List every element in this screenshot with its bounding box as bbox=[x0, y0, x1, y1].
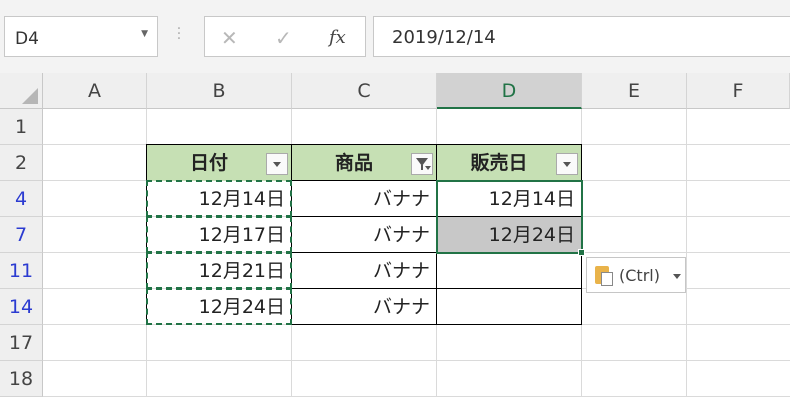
row-header-18[interactable]: 18 bbox=[0, 361, 43, 397]
name-box[interactable]: D4 ▼ bbox=[4, 16, 158, 57]
column-header-f[interactable]: F bbox=[687, 73, 790, 109]
column-header-d[interactable]: D bbox=[437, 73, 582, 109]
formula-bar-area: D4 ▼ · · · ✕ ✓ fx 2019/12/14 bbox=[0, 0, 790, 73]
chevron-down-icon bbox=[673, 274, 681, 279]
drag-handle-icon[interactable]: · · · bbox=[176, 22, 182, 46]
copy-marquee bbox=[146, 252, 292, 289]
column-header-e[interactable]: E bbox=[582, 73, 687, 109]
select-all-button[interactable] bbox=[0, 73, 43, 109]
copy-marquee bbox=[146, 288, 292, 325]
column-header-a[interactable]: A bbox=[43, 73, 147, 109]
copy-marquee bbox=[146, 180, 292, 217]
selection-range bbox=[436, 180, 583, 254]
formula-input[interactable]: 2019/12/14 bbox=[373, 16, 790, 57]
copy-marquee bbox=[146, 216, 292, 253]
clipboard-icon bbox=[595, 266, 613, 286]
fill-handle[interactable] bbox=[578, 249, 585, 256]
row-header-4[interactable]: 4 bbox=[0, 181, 43, 217]
column-header-c[interactable]: C bbox=[292, 73, 437, 109]
row-header-14[interactable]: 14 bbox=[0, 289, 43, 325]
name-box-value: D4 bbox=[15, 29, 39, 49]
paste-options-label: (Ctrl) bbox=[619, 266, 660, 285]
row-header-7[interactable]: 7 bbox=[0, 217, 43, 253]
enter-icon[interactable]: ✓ bbox=[275, 26, 292, 50]
paste-options-button[interactable]: (Ctrl) bbox=[586, 257, 686, 293]
cancel-icon[interactable]: ✕ bbox=[221, 26, 238, 50]
row-header-11[interactable]: 11 bbox=[0, 253, 43, 289]
insert-function-icon[interactable]: fx bbox=[329, 27, 346, 48]
chevron-down-icon[interactable]: ▼ bbox=[141, 29, 148, 39]
row-header-2[interactable]: 2 bbox=[0, 145, 43, 181]
table-border-col-c bbox=[291, 144, 437, 325]
row-header-1[interactable]: 1 bbox=[0, 109, 43, 145]
column-header-b[interactable]: B bbox=[147, 73, 292, 109]
formula-buttons: ✕ ✓ fx bbox=[204, 16, 366, 57]
formula-value: 2019/12/14 bbox=[392, 27, 496, 48]
table-border-row bbox=[291, 288, 582, 289]
spreadsheet-grid: A B C D E F 1 2 4 7 11 14 17 18 日付 商品 販売… bbox=[0, 73, 790, 397]
row-header-17[interactable]: 17 bbox=[0, 325, 43, 361]
